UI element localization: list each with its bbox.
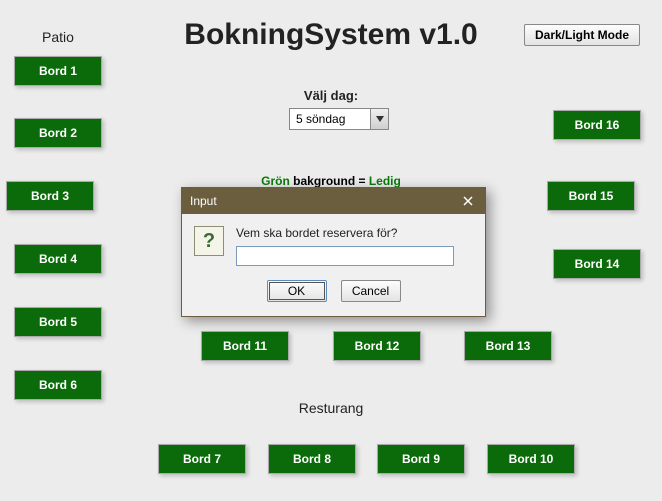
input-dialog: Input ? Vem ska bordet reservera för? OK… <box>181 187 486 317</box>
table-bord-12[interactable]: Bord 12 <box>333 331 421 361</box>
ok-button[interactable]: OK <box>267 280 327 302</box>
table-bord-8[interactable]: Bord 8 <box>268 444 356 474</box>
table-bord-5[interactable]: Bord 5 <box>14 307 102 337</box>
table-bord-2[interactable]: Bord 2 <box>14 118 102 148</box>
table-bord-4[interactable]: Bord 4 <box>14 244 102 274</box>
table-bord-7[interactable]: Bord 7 <box>158 444 246 474</box>
dialog-title-text: Input <box>190 194 217 208</box>
table-bord-14[interactable]: Bord 14 <box>553 249 641 279</box>
dialog-prompt: Vem ska bordet reservera för? <box>236 226 454 240</box>
table-bord-16[interactable]: Bord 16 <box>553 110 641 140</box>
table-bord-11[interactable]: Bord 11 <box>201 331 289 361</box>
dialog-titlebar: Input <box>182 188 485 214</box>
patio-section-label: Patio <box>42 29 74 45</box>
resturang-section-label: Resturang <box>0 400 662 416</box>
table-bord-1[interactable]: Bord 1 <box>14 56 102 86</box>
table-bord-6[interactable]: Bord 6 <box>14 370 102 400</box>
table-bord-9[interactable]: Bord 9 <box>377 444 465 474</box>
cancel-button[interactable]: Cancel <box>341 280 401 302</box>
table-bord-13[interactable]: Bord 13 <box>464 331 552 361</box>
day-select-value: 5 söndag <box>290 112 370 126</box>
table-bord-10[interactable]: Bord 10 <box>487 444 575 474</box>
legend-text: Grön bakground = Ledig <box>0 174 662 188</box>
day-select[interactable]: 5 söndag <box>289 108 389 130</box>
chevron-down-icon <box>370 109 388 129</box>
reservation-name-input[interactable] <box>236 246 454 266</box>
close-icon[interactable] <box>459 192 477 210</box>
question-icon: ? <box>194 226 224 256</box>
dark-light-toggle[interactable]: Dark/Light Mode <box>524 24 640 46</box>
day-label: Välj dag: <box>0 88 662 103</box>
